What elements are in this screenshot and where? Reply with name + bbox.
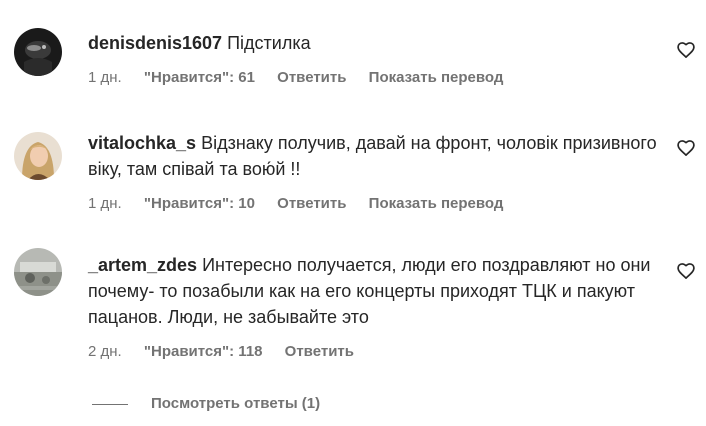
comment-body: vitalochka_s Відзнаку получив, давай на …	[88, 130, 658, 214]
heart-icon[interactable]	[676, 40, 696, 60]
comment-text-line: vitalochka_s Відзнаку получив, давай на …	[88, 130, 658, 182]
comment-text-line: _artem_zdes Интересно получается, люди е…	[88, 252, 658, 330]
comment-likes[interactable]: "Нравится": 10	[144, 194, 255, 214]
translate-button[interactable]: Показать перевод	[369, 68, 504, 88]
translate-button[interactable]: Показать перевод	[369, 194, 504, 214]
comment-username[interactable]: vitalochka_s	[88, 133, 196, 153]
comment-meta: 2 дн. "Нравится": 118 Ответить	[88, 342, 658, 362]
reply-button[interactable]: Ответить	[277, 194, 346, 214]
avatar[interactable]	[14, 132, 62, 180]
comment-body: _artem_zdes Интересно получается, люди е…	[88, 252, 658, 362]
comment-likes[interactable]: "Нравится": 61	[144, 68, 255, 88]
reply-button[interactable]: Ответить	[285, 342, 354, 362]
heart-icon[interactable]	[676, 261, 696, 281]
comment-meta: 1 дн. "Нравится": 61 Ответить Показать п…	[88, 68, 658, 88]
view-replies-button[interactable]: Посмотреть ответы (1)	[92, 394, 392, 414]
heart-icon[interactable]	[676, 138, 696, 158]
comment-username[interactable]: _artem_zdes	[88, 255, 197, 275]
comment-meta: 1 дн. "Нравится": 10 Ответить Показать п…	[88, 194, 658, 214]
view-replies-label[interactable]: Посмотреть ответы (1)	[151, 394, 320, 414]
comment-likes[interactable]: "Нравится": 118	[144, 342, 263, 362]
comment-time[interactable]: 1 дн.	[88, 68, 122, 88]
comment-time[interactable]: 1 дн.	[88, 194, 122, 214]
comment-body: denisdenis1607 Підстилка 1 дн. "Нравится…	[88, 30, 658, 88]
replies-divider	[92, 404, 128, 405]
avatar-image	[14, 248, 62, 296]
comment-text: Підстилка	[227, 33, 311, 53]
reply-button[interactable]: Ответить	[277, 68, 346, 88]
comment-username[interactable]: denisdenis1607	[88, 33, 222, 53]
comment-text-line: denisdenis1607 Підстилка	[88, 30, 658, 56]
avatar-image	[14, 132, 62, 180]
comment-time[interactable]: 2 дн.	[88, 342, 122, 362]
avatar[interactable]	[14, 28, 62, 76]
avatar[interactable]	[14, 248, 62, 296]
avatar-image	[14, 28, 62, 76]
